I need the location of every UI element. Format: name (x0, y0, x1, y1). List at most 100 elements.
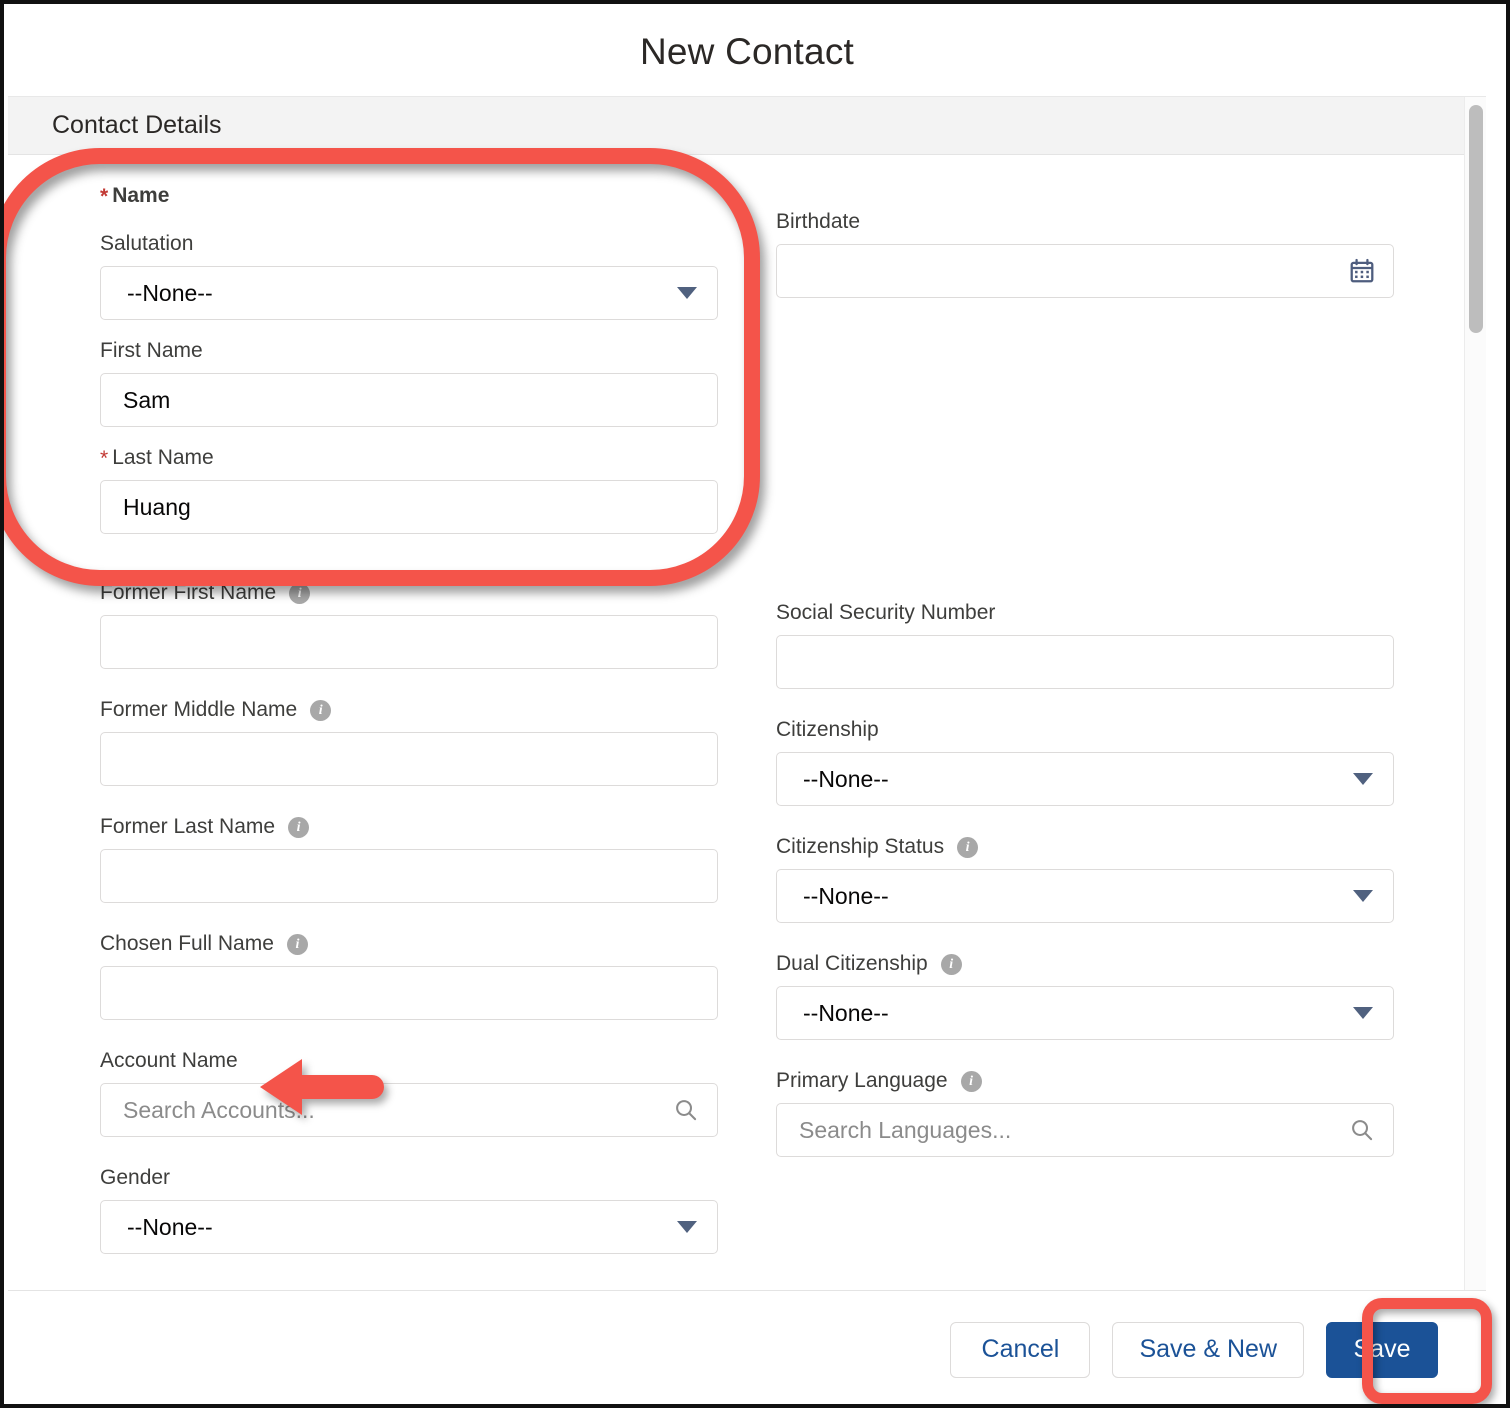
cancel-button[interactable]: Cancel (950, 1321, 1091, 1378)
gender-select[interactable]: --None-- (100, 1200, 718, 1254)
field-label-primary-language: Primary Language i (776, 1068, 1394, 1094)
field-first-name: First Name Sam (100, 338, 718, 427)
info-icon[interactable]: i (310, 699, 332, 721)
label-text: Last Name (112, 446, 214, 470)
vertical-scrollbar-track[interactable] (1464, 97, 1486, 1290)
modal-body: Contact Details * Name Salutation --None… (8, 96, 1486, 1290)
citizenship-status-value: --None-- (803, 882, 889, 909)
contact-details-form: * Name Salutation --None-- First Name Sa… (8, 155, 1464, 1282)
chevron-down-icon (677, 1221, 697, 1233)
page-title: New Contact (639, 31, 854, 72)
field-primary-language: Primary Language i Search Languages... (776, 1068, 1394, 1157)
info-icon[interactable]: i (288, 816, 310, 838)
former-last-name-input[interactable] (100, 849, 718, 903)
label-text: Former First Name (100, 581, 277, 605)
modal-footer: Cancel Save & New Save (8, 1290, 1486, 1404)
required-indicator: * (100, 446, 109, 470)
name-group-label: * Name (100, 183, 718, 209)
field-label-salutation: Salutation (100, 231, 718, 257)
field-label-account-name: Account Name (100, 1048, 718, 1074)
field-label-chosen-full-name: Chosen Full Name i (100, 931, 718, 957)
save-button-wrapper: Save (1326, 1321, 1438, 1378)
account-name-placeholder: Search Accounts... (123, 1096, 315, 1123)
screenshot-root: New Contact Contact Details * Name Salut… (0, 0, 1510, 1408)
field-label-citizenship-status: Citizenship Status i (776, 834, 1394, 860)
label-text: Salutation (100, 232, 194, 256)
field-last-name: * Last Name Huang (100, 445, 718, 534)
primary-language-lookup-input[interactable]: Search Languages... (776, 1103, 1394, 1157)
last-name-value: Huang (123, 493, 191, 520)
chosen-full-name-input[interactable] (100, 966, 718, 1020)
section-header-contact-details: Contact Details (8, 97, 1464, 155)
save-and-new-button[interactable]: Save & New (1112, 1321, 1304, 1378)
label-text: Gender (100, 1166, 171, 1190)
name-group-label-text: Name (112, 184, 170, 208)
field-social-security-number: Social Security Number (776, 600, 1394, 689)
former-middle-name-input[interactable] (100, 732, 718, 786)
field-label-birthdate: Birthdate (776, 209, 1394, 235)
dual-citizenship-select[interactable]: --None-- (776, 986, 1394, 1040)
dual-citizenship-value: --None-- (803, 999, 889, 1026)
citizenship-select[interactable]: --None-- (776, 752, 1394, 806)
label-text: Social Security Number (776, 601, 996, 625)
account-name-lookup-input[interactable]: Search Accounts... (100, 1083, 718, 1137)
label-text: Citizenship Status (776, 835, 945, 859)
field-label-gender: Gender (100, 1165, 718, 1191)
label-text: Chosen Full Name (100, 932, 274, 956)
field-salutation: Salutation --None-- (100, 231, 718, 320)
primary-language-placeholder: Search Languages... (799, 1116, 1012, 1143)
chevron-down-icon (1353, 890, 1373, 902)
info-icon[interactable]: i (289, 582, 311, 604)
chevron-down-icon (1353, 1007, 1373, 1019)
field-citizenship-status: Citizenship Status i --None-- (776, 834, 1394, 923)
modal-header: New Contact (8, 8, 1486, 96)
label-text: Citizenship (776, 718, 879, 742)
form-column-left: * Name Salutation --None-- First Name Sa… (100, 183, 718, 1272)
former-first-name-input[interactable] (100, 615, 718, 669)
citizenship-status-select[interactable]: --None-- (776, 869, 1394, 923)
calendar-icon[interactable] (1349, 258, 1375, 284)
field-birthdate: Birthdate (776, 209, 1394, 298)
search-icon[interactable] (1349, 1117, 1375, 1143)
social-security-number-input[interactable] (776, 635, 1394, 689)
label-text: Former Last Name (100, 815, 276, 839)
field-gender: Gender --None-- (100, 1165, 718, 1254)
new-contact-modal: New Contact Contact Details * Name Salut… (8, 8, 1486, 1404)
last-name-input[interactable]: Huang (100, 480, 718, 534)
label-text: Primary Language (776, 1069, 948, 1093)
info-icon[interactable]: i (960, 1070, 982, 1092)
citizenship-value: --None-- (803, 765, 889, 792)
salutation-select[interactable]: --None-- (100, 266, 718, 320)
field-account-name: Account Name Search Accounts... (100, 1048, 718, 1137)
right-column-spacer (776, 326, 1394, 600)
gender-value: --None-- (127, 1213, 213, 1240)
chevron-down-icon (677, 287, 697, 299)
label-text: First Name (100, 339, 203, 363)
save-button[interactable]: Save (1326, 1321, 1438, 1378)
info-icon[interactable]: i (940, 953, 962, 975)
first-name-input[interactable]: Sam (100, 373, 718, 427)
field-citizenship: Citizenship --None-- (776, 717, 1394, 806)
field-label-social-security-number: Social Security Number (776, 600, 1394, 626)
salutation-value: --None-- (127, 279, 213, 306)
vertical-scrollbar-thumb[interactable] (1469, 105, 1483, 333)
form-column-right: Birthdate Social Security Number Citizen… (776, 183, 1394, 1272)
info-icon[interactable]: i (286, 933, 308, 955)
section-header-title: Contact Details (52, 111, 222, 139)
field-label-first-name: First Name (100, 338, 718, 364)
field-label-former-middle-name: Former Middle Name i (100, 697, 718, 723)
field-label-former-last-name: Former Last Name i (100, 814, 718, 840)
first-name-value: Sam (123, 386, 171, 413)
field-former-last-name: Former Last Name i (100, 814, 718, 903)
info-icon[interactable]: i (957, 836, 979, 858)
field-label-last-name: * Last Name (100, 445, 718, 471)
field-former-middle-name: Former Middle Name i (100, 697, 718, 786)
label-text: Account Name (100, 1049, 238, 1073)
field-former-first-name: Former First Name i (100, 580, 718, 669)
birthdate-input[interactable] (776, 244, 1394, 298)
label-text: Former Middle Name (100, 698, 298, 722)
search-icon[interactable] (673, 1097, 699, 1123)
field-dual-citizenship: Dual Citizenship i --None-- (776, 951, 1394, 1040)
field-label-citizenship: Citizenship (776, 717, 1394, 743)
required-indicator: * (100, 184, 109, 208)
